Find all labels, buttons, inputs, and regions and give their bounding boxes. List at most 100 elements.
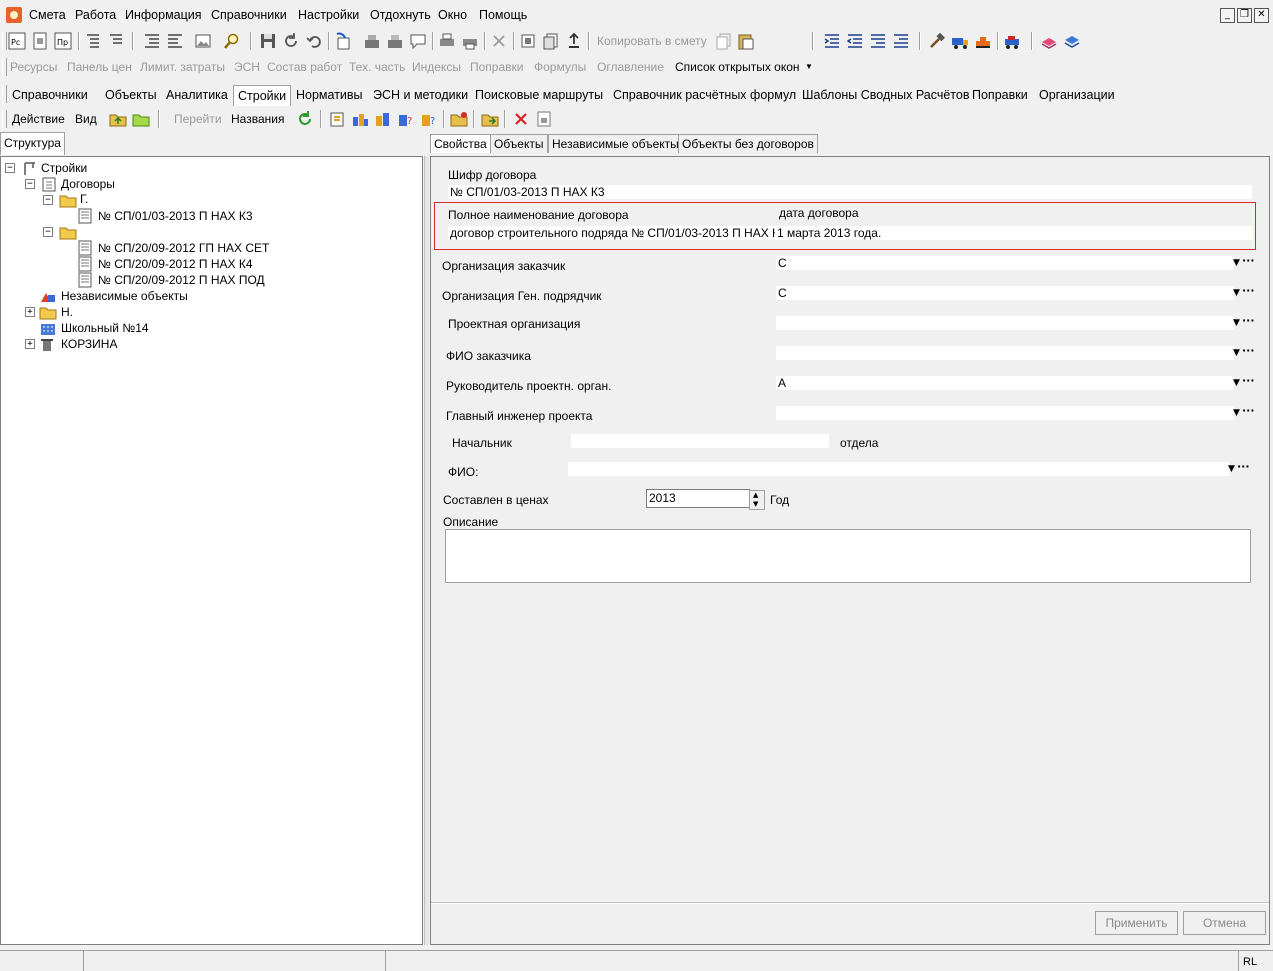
copy-doc-icon[interactable]	[542, 32, 560, 50]
save-icon[interactable]	[259, 32, 277, 50]
tree-collapse-toggle[interactable]: −	[43, 195, 53, 205]
tree-root-construction[interactable]: Стройки	[41, 161, 87, 175]
delete-red-icon[interactable]	[512, 110, 530, 128]
undo-icon[interactable]	[305, 32, 323, 50]
document-lock-icon[interactable]	[535, 110, 553, 128]
building-help-icon[interactable]: ?	[397, 110, 415, 128]
nav-summary-templates[interactable]: Шаблоны Сводных Расчётов	[802, 85, 970, 105]
chief-engineer-field[interactable]	[776, 406, 1234, 420]
ellipsis-button[interactable]: ···	[1242, 284, 1255, 297]
hammer-icon[interactable]	[928, 32, 946, 50]
nav-formula-reference[interactable]: Справочник расчётных формул	[613, 85, 796, 105]
tree-contract-sp01[interactable]: № СП/01/03-2013 П НАХ К3	[98, 209, 253, 223]
folder-green-icon[interactable]	[132, 110, 150, 128]
ellipsis-button[interactable]: ···	[1237, 460, 1250, 473]
ellipsis-button[interactable]: ···	[1242, 344, 1255, 357]
excavator-icon[interactable]	[974, 32, 992, 50]
tree-collapse-toggle[interactable]: −	[43, 227, 53, 237]
tree-folder-1[interactable]: Г.	[80, 192, 88, 206]
print-preview-icon[interactable]	[461, 32, 479, 50]
tree-collapse-toggle[interactable]: −	[5, 163, 15, 173]
menu-settings[interactable]: Настройки	[298, 8, 359, 22]
list-indent-icon[interactable]	[143, 32, 161, 50]
tab-independent-objects[interactable]: Независимые объекты	[548, 134, 683, 153]
names-button[interactable]: Названия	[231, 112, 284, 126]
toolbar-grip[interactable]	[2, 85, 7, 103]
tree-expand-toggle[interactable]: +	[25, 307, 35, 317]
chevron-down-icon[interactable]: ▼	[1233, 378, 1240, 388]
tree-contract-sp20-gp[interactable]: № СП/20/09-2012 ГП НАХ СЕТ	[98, 241, 269, 255]
close-button[interactable]: ✕	[1254, 8, 1269, 23]
building-question-icon[interactable]: ?	[420, 110, 438, 128]
buildings-icon[interactable]	[351, 110, 369, 128]
contract-code-field[interactable]: № СП/01/03-2013 П НАХ К3	[448, 185, 1252, 199]
chevron-down-icon[interactable]: ▼	[1228, 464, 1235, 474]
level-up-icon[interactable]	[892, 32, 910, 50]
nav-corrections[interactable]: Поправки	[972, 85, 1028, 105]
search-icon[interactable]	[222, 32, 240, 50]
level-down-icon[interactable]	[869, 32, 887, 50]
design-head-field[interactable]: А	[776, 376, 1234, 390]
goto-button[interactable]: Перейти	[174, 112, 222, 126]
tree-contract-sp20-k4[interactable]: № СП/20/09-2012 П НАХ К4	[98, 257, 253, 271]
copy-to-estimate-button[interactable]: Копировать в смету	[597, 34, 707, 48]
paste-icon[interactable]	[737, 32, 755, 50]
chevron-down-icon[interactable]: ▼	[1233, 258, 1240, 268]
chevron-down-icon[interactable]: ▼	[1233, 408, 1240, 418]
delete-icon[interactable]	[490, 32, 508, 50]
apply-button[interactable]: Применить	[1095, 911, 1178, 935]
menu-smeta[interactable]: Смета	[29, 8, 66, 22]
stepper-up-icon[interactable]: ▲	[753, 491, 758, 499]
tech-part-button[interactable]: Тех. часть	[349, 60, 405, 74]
tree-folder-3[interactable]: Н.	[61, 305, 73, 319]
toolbar-grip[interactable]	[2, 110, 7, 128]
panel-splitter[interactable]	[424, 156, 429, 945]
menu-rest[interactable]: Отдохнуть	[370, 8, 431, 22]
nav-search-routes[interactable]: Поисковые маршруты	[475, 85, 603, 105]
contract-date-field[interactable]: 1 марта 2013 года.	[775, 226, 1253, 240]
ellipsis-button[interactable]: ···	[1242, 254, 1255, 267]
chevron-down-icon[interactable]: ▼	[1233, 318, 1240, 328]
ellipsis-button[interactable]: ···	[1242, 404, 1255, 417]
nav-esn-methods[interactable]: ЭСН и методики	[373, 85, 468, 105]
nav-construction-active[interactable]: Стройки	[233, 85, 292, 106]
cancel-button[interactable]: Отмена	[1183, 911, 1266, 935]
image-icon[interactable]	[194, 32, 212, 50]
full-name-field[interactable]: договор строительного подряда № СП/01/03…	[448, 226, 776, 240]
price-card-icon[interactable]: Пр	[54, 32, 72, 50]
tree-collapse-icon[interactable]	[107, 32, 125, 50]
copy-icon[interactable]	[715, 32, 733, 50]
open-windows-dropdown[interactable]: Список открытых окон	[675, 60, 800, 74]
resource-card-icon[interactable]: Рс	[8, 32, 26, 50]
nav-normatives[interactable]: Нормативы	[296, 85, 363, 105]
stepper-down-icon[interactable]: ▼	[753, 500, 758, 508]
folder-up-icon[interactable]	[109, 110, 127, 128]
align-indent-icon[interactable]	[823, 32, 841, 50]
nav-objects[interactable]: Объекты	[105, 85, 157, 105]
properties-icon[interactable]	[386, 32, 404, 50]
tab-structure[interactable]: Структура	[0, 132, 65, 155]
chevron-down-icon[interactable]: ▼	[1233, 348, 1240, 358]
description-textarea[interactable]	[445, 529, 1251, 583]
tree-contracts[interactable]: Договоры	[61, 177, 115, 191]
design-org-field[interactable]	[776, 316, 1234, 330]
fio-field[interactable]	[568, 462, 1229, 476]
year-input[interactable]: 2013	[646, 489, 750, 508]
refresh-green-icon[interactable]	[296, 110, 314, 128]
toolbar-grip[interactable]	[2, 32, 7, 50]
price-panel-button[interactable]: Панель цен	[67, 60, 132, 74]
menu-references[interactable]: Справочники	[211, 8, 287, 22]
folder-new-icon[interactable]	[450, 110, 468, 128]
books-red-icon[interactable]	[1040, 32, 1058, 50]
view-menu[interactable]: Вид	[75, 112, 97, 126]
machine-icon[interactable]	[1003, 32, 1021, 50]
folder-move-icon[interactable]	[481, 110, 499, 128]
nav-organizations[interactable]: Организации	[1039, 85, 1115, 105]
tree-collapse-toggle[interactable]: −	[25, 179, 35, 189]
new-object-icon[interactable]	[328, 110, 346, 128]
esn-button[interactable]: ЭСН	[234, 60, 260, 74]
customer-org-field[interactable]: С	[776, 256, 1234, 270]
menu-rabota[interactable]: Работа	[75, 8, 116, 22]
department-field[interactable]	[571, 434, 829, 448]
buildings-alt-icon[interactable]	[374, 110, 392, 128]
